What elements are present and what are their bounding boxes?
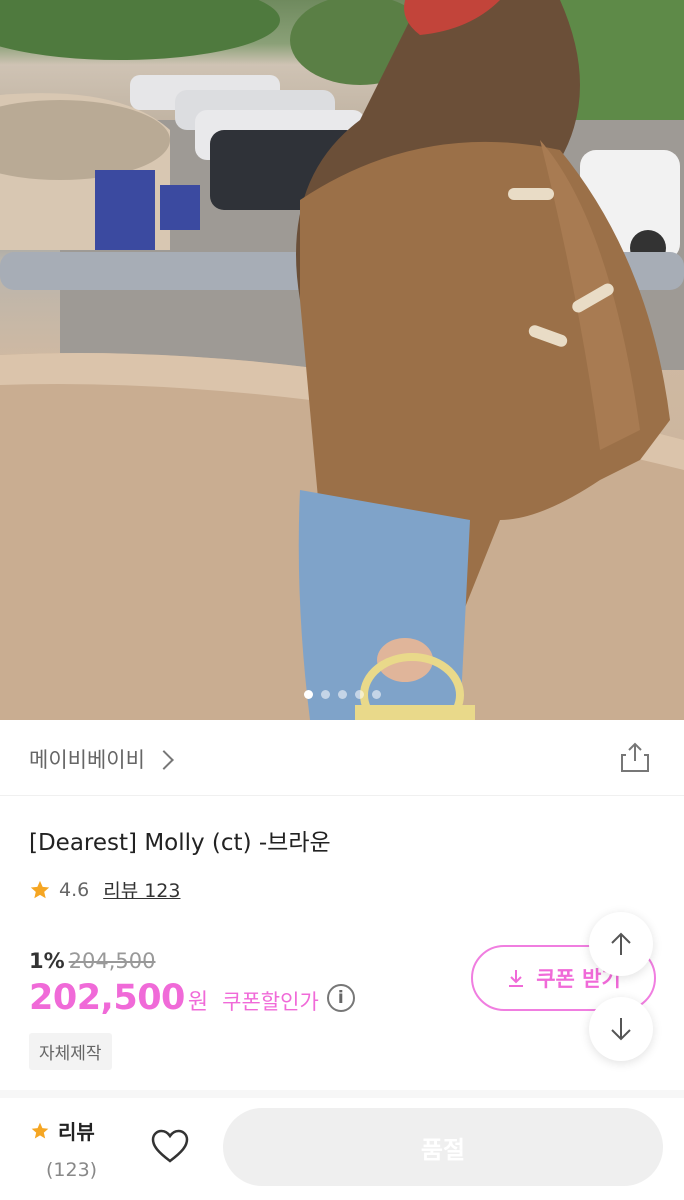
rating-value: 4.6: [59, 878, 90, 901]
original-price: 204,500: [68, 949, 156, 973]
brand-link[interactable]: 메이비베이비: [29, 744, 174, 774]
bottom-review-button[interactable]: 리뷰 (123): [30, 1116, 120, 1181]
brand-row: 메이비베이비: [0, 720, 684, 796]
pagination-dot[interactable]: [371, 690, 381, 699]
star-icon: [31, 1122, 49, 1138]
share-icon[interactable]: [618, 740, 652, 774]
pagination-dot[interactable]: [337, 690, 347, 699]
info-icon[interactable]: i: [326, 984, 355, 1012]
brand-name: 메이비베이비: [29, 748, 145, 772]
image-pagination: [0, 690, 684, 699]
pagination-dot[interactable]: [320, 690, 330, 699]
download-icon: [509, 970, 524, 987]
original-price-row: 1% 204,500: [29, 949, 156, 973]
rating-row: 4.6 리뷰 123: [29, 876, 180, 903]
discount-rate: 1%: [29, 949, 65, 973]
chevron-right-icon: [154, 750, 174, 770]
currency-label: 원: [187, 990, 209, 1015]
product-image[interactable]: [0, 0, 684, 720]
review-label: 리뷰: [58, 1120, 95, 1144]
sale-price: 202,500: [29, 978, 185, 1018]
product-photo: [0, 0, 684, 720]
section-divider: [0, 1090, 684, 1098]
arrow-down-icon: [611, 1018, 631, 1041]
scroll-up-button[interactable]: [589, 912, 653, 976]
arrow-up-icon: [611, 932, 631, 955]
pagination-dot[interactable]: [303, 690, 313, 699]
review-link[interactable]: 리뷰 123: [103, 876, 180, 903]
heart-icon[interactable]: [150, 1127, 190, 1167]
star-icon: [30, 880, 50, 898]
price-row: 202,500 원 쿠폰할인가 i: [29, 978, 355, 1018]
pagination-dot[interactable]: [354, 690, 364, 699]
review-title: 리뷰: [30, 1116, 120, 1145]
review-count: (123): [46, 1159, 98, 1181]
product-tag: 자체제작: [29, 1033, 112, 1070]
coupon-price-label: 쿠폰할인가: [222, 990, 319, 1014]
product-title: [Dearest] Molly (ct) -브라운: [29, 830, 331, 856]
scroll-down-button[interactable]: [589, 997, 653, 1061]
soldout-button[interactable]: 품절: [223, 1108, 663, 1186]
